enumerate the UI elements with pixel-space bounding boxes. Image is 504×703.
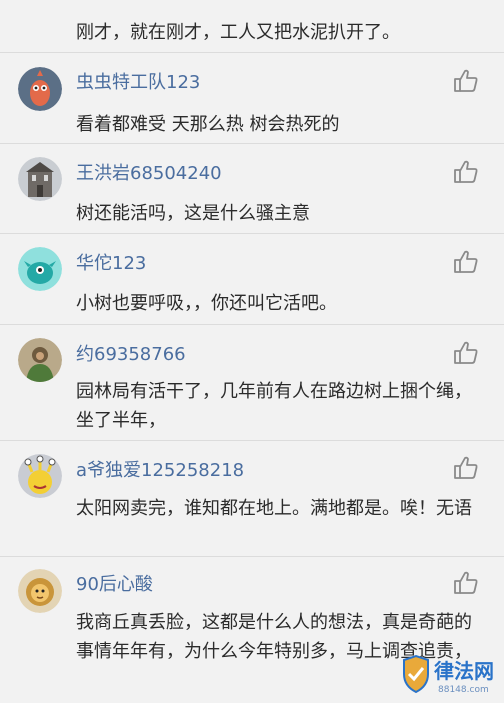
site-watermark-logo: 律法网 88148.com	[398, 652, 504, 699]
thumbs-up-icon[interactable]	[452, 67, 480, 95]
thumbs-up-icon[interactable]	[452, 339, 480, 367]
comment-text: 看着都难受 天那么热 树会热死的	[76, 114, 340, 135]
watermark-name: 律法网	[434, 659, 494, 683]
comment-text: 太阳网卖完，谁知都在地上。满地都是。唉！无语	[76, 498, 472, 519]
username[interactable]: 虫虫特工队123	[76, 68, 200, 94]
username[interactable]: 约69358766	[76, 340, 186, 366]
thumbs-up-icon[interactable]	[452, 158, 480, 186]
watermark-url: 88148.com	[438, 685, 489, 695]
comment-text: 园林局有活干了，几年前有人在路边树上捆个绳，坐了半年，	[76, 381, 472, 431]
comment-text: 树还能活吗，这是什么骚主意	[76, 203, 310, 224]
comment-text: 小树也要呼吸，，你还叫它活吧。	[76, 293, 337, 314]
comment-item: 虫虫特工队123 看着都难受 天那么热 树会热死的	[0, 53, 504, 143]
avatar-lion-cartoon[interactable]	[18, 569, 62, 613]
username[interactable]: 华佗123	[76, 249, 146, 275]
comment-item: a爷独爱125258218 太阳网卖完，谁知都在地上。满地都是。唉！无语	[0, 441, 504, 556]
comment-item: 约69358766 园林局有活干了，几年前有人在路边树上捆个绳，坐了半年，	[0, 325, 504, 441]
comment-item: 华佗123 小树也要呼吸，，你还叫它活吧。	[0, 234, 504, 324]
avatar-painted-figure[interactable]	[18, 338, 62, 382]
avatar-red-cartoon-bird[interactable]	[18, 67, 62, 111]
avatar-yellow-monster[interactable]	[18, 454, 62, 498]
thumbs-up-icon[interactable]	[452, 454, 480, 482]
thumbs-up-icon[interactable]	[452, 569, 480, 597]
avatar-building-photo[interactable]	[18, 157, 62, 201]
avatar-teal-monster[interactable]	[18, 247, 62, 291]
comment-item: 王洪岩68504240 树还能活吗，这是什么骚主意	[0, 144, 504, 234]
username[interactable]: a爷独爱125258218	[76, 456, 244, 482]
username[interactable]: 王洪岩68504240	[76, 159, 222, 185]
username[interactable]: 90后心酸	[76, 570, 153, 596]
thumbs-up-icon[interactable]	[452, 248, 480, 276]
comment-text-partial: 刚才，就在刚才，工人又把水泥扒开了。	[76, 22, 400, 43]
